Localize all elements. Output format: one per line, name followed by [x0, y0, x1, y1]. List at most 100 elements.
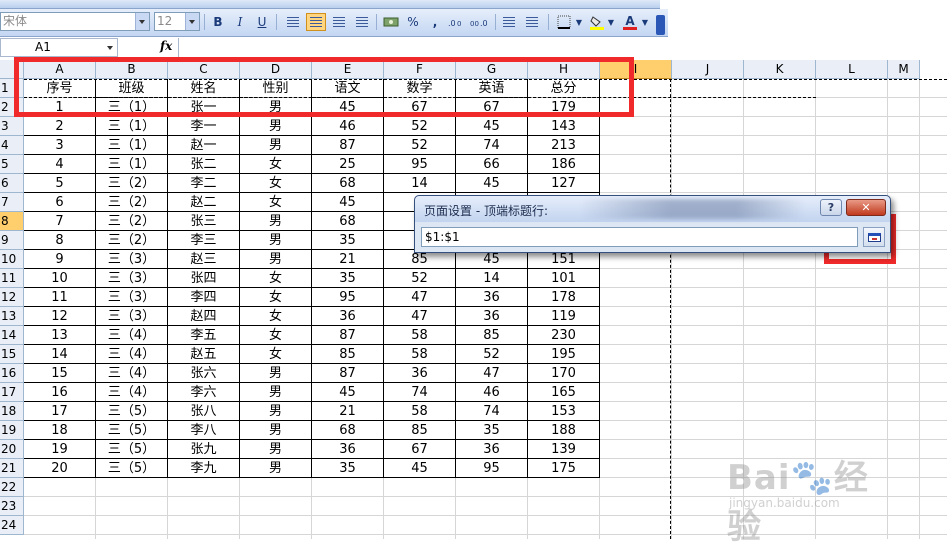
- table-cell[interactable]: 李二: [168, 174, 240, 193]
- table-cell[interactable]: 女: [240, 288, 312, 307]
- table-cell[interactable]: 35: [312, 231, 384, 250]
- row-header-14[interactable]: 14: [0, 326, 24, 345]
- table-cell[interactable]: 47: [384, 288, 456, 307]
- table-cell[interactable]: 赵二: [168, 193, 240, 212]
- table-cell[interactable]: 186: [528, 155, 600, 174]
- table-cell[interactable]: 李六: [168, 383, 240, 402]
- table-cell[interactable]: 赵一: [168, 136, 240, 155]
- table-cell[interactable]: 18: [24, 421, 96, 440]
- column-header-k[interactable]: K: [744, 60, 816, 79]
- table-cell[interactable]: 三（1）: [96, 136, 168, 155]
- table-cell[interactable]: 85: [312, 345, 384, 364]
- table-cell[interactable]: 11: [24, 288, 96, 307]
- expand-dialog-button[interactable]: [863, 227, 885, 247]
- insert-function-icon[interactable]: fx: [160, 39, 172, 53]
- table-cell[interactable]: 45: [312, 193, 384, 212]
- table-cell[interactable]: 14: [456, 269, 528, 288]
- column-header-l[interactable]: L: [816, 60, 888, 79]
- row-header-23[interactable]: 23: [0, 497, 24, 516]
- help-button[interactable]: ?: [820, 199, 842, 216]
- row-header-8[interactable]: 8: [0, 212, 24, 231]
- table-cell[interactable]: 赵五: [168, 345, 240, 364]
- row-header-13[interactable]: 13: [0, 307, 24, 326]
- align-center-button[interactable]: [306, 13, 326, 31]
- table-cell[interactable]: 36: [456, 440, 528, 459]
- borders-dropdown[interactable]: ▼: [574, 13, 584, 31]
- table-cell[interactable]: 12: [24, 307, 96, 326]
- table-cell[interactable]: 5: [24, 174, 96, 193]
- italic-button[interactable]: I: [230, 13, 250, 31]
- comma-button[interactable]: ,: [425, 13, 445, 31]
- row-header-17[interactable]: 17: [0, 383, 24, 402]
- table-cell[interactable]: 47: [456, 364, 528, 383]
- table-cell[interactable]: 52: [456, 345, 528, 364]
- increase-indent-button[interactable]: [522, 13, 542, 31]
- table-cell[interactable]: 139: [528, 440, 600, 459]
- table-cell[interactable]: 46: [456, 383, 528, 402]
- table-cell[interactable]: 张四: [168, 269, 240, 288]
- table-cell[interactable]: 三（3）: [96, 288, 168, 307]
- table-cell[interactable]: 三（2）: [96, 174, 168, 193]
- font-name-combo[interactable]: 宋体: [0, 12, 150, 31]
- table-cell[interactable]: 男: [240, 402, 312, 421]
- table-cell[interactable]: 21: [312, 250, 384, 269]
- column-header-m[interactable]: M: [888, 60, 920, 79]
- table-cell[interactable]: 95: [456, 459, 528, 478]
- table-cell[interactable]: 三（5）: [96, 440, 168, 459]
- table-cell[interactable]: 张九: [168, 440, 240, 459]
- table-cell[interactable]: 三（2）: [96, 231, 168, 250]
- table-cell[interactable]: 87: [312, 364, 384, 383]
- table-cell[interactable]: 赵三: [168, 250, 240, 269]
- table-cell[interactable]: 14: [384, 174, 456, 193]
- table-cell[interactable]: 95: [312, 288, 384, 307]
- row-header-24[interactable]: 24: [0, 516, 24, 535]
- table-cell[interactable]: 三（3）: [96, 307, 168, 326]
- table-cell[interactable]: 男: [240, 117, 312, 136]
- table-cell[interactable]: 三（5）: [96, 421, 168, 440]
- table-cell[interactable]: 87: [312, 136, 384, 155]
- table-cell[interactable]: 19: [24, 440, 96, 459]
- table-cell[interactable]: 58: [384, 326, 456, 345]
- table-cell[interactable]: 16: [24, 383, 96, 402]
- table-cell[interactable]: 8: [24, 231, 96, 250]
- table-cell[interactable]: 女: [240, 193, 312, 212]
- table-cell[interactable]: 67: [384, 440, 456, 459]
- table-cell[interactable]: 13: [24, 326, 96, 345]
- title-rows-input[interactable]: $1:$1: [421, 227, 858, 247]
- table-cell[interactable]: 74: [456, 136, 528, 155]
- row-header-19[interactable]: 19: [0, 421, 24, 440]
- table-cell[interactable]: 9: [24, 250, 96, 269]
- table-cell[interactable]: 36: [456, 307, 528, 326]
- table-cell[interactable]: 119: [528, 307, 600, 326]
- toolbar-options-button[interactable]: [656, 15, 665, 35]
- table-cell[interactable]: 101: [528, 269, 600, 288]
- table-cell[interactable]: 男: [240, 440, 312, 459]
- row-header-6[interactable]: 6: [0, 174, 24, 193]
- font-color-button[interactable]: A: [620, 13, 640, 31]
- row-header-3[interactable]: 3: [0, 117, 24, 136]
- table-cell[interactable]: 58: [384, 402, 456, 421]
- table-cell[interactable]: 李八: [168, 421, 240, 440]
- table-cell[interactable]: 三（4）: [96, 326, 168, 345]
- row-header-11[interactable]: 11: [0, 269, 24, 288]
- table-cell[interactable]: 17: [24, 402, 96, 421]
- table-cell[interactable]: 45: [456, 174, 528, 193]
- table-cell[interactable]: 女: [240, 155, 312, 174]
- table-cell[interactable]: 20: [24, 459, 96, 478]
- table-cell[interactable]: 188: [528, 421, 600, 440]
- table-cell[interactable]: 李五: [168, 326, 240, 345]
- table-cell[interactable]: 36: [312, 440, 384, 459]
- table-cell[interactable]: 175: [528, 459, 600, 478]
- table-cell[interactable]: 74: [456, 402, 528, 421]
- row-header-15[interactable]: 15: [0, 345, 24, 364]
- table-cell[interactable]: 47: [384, 307, 456, 326]
- row-header-18[interactable]: 18: [0, 402, 24, 421]
- table-cell[interactable]: 85: [384, 421, 456, 440]
- align-left-button[interactable]: [283, 13, 303, 31]
- table-cell[interactable]: 女: [240, 326, 312, 345]
- decrease-indent-button[interactable]: [499, 13, 519, 31]
- table-cell[interactable]: 45: [456, 117, 528, 136]
- table-cell[interactable]: 李三: [168, 231, 240, 250]
- table-cell[interactable]: 52: [384, 136, 456, 155]
- table-cell[interactable]: 85: [456, 326, 528, 345]
